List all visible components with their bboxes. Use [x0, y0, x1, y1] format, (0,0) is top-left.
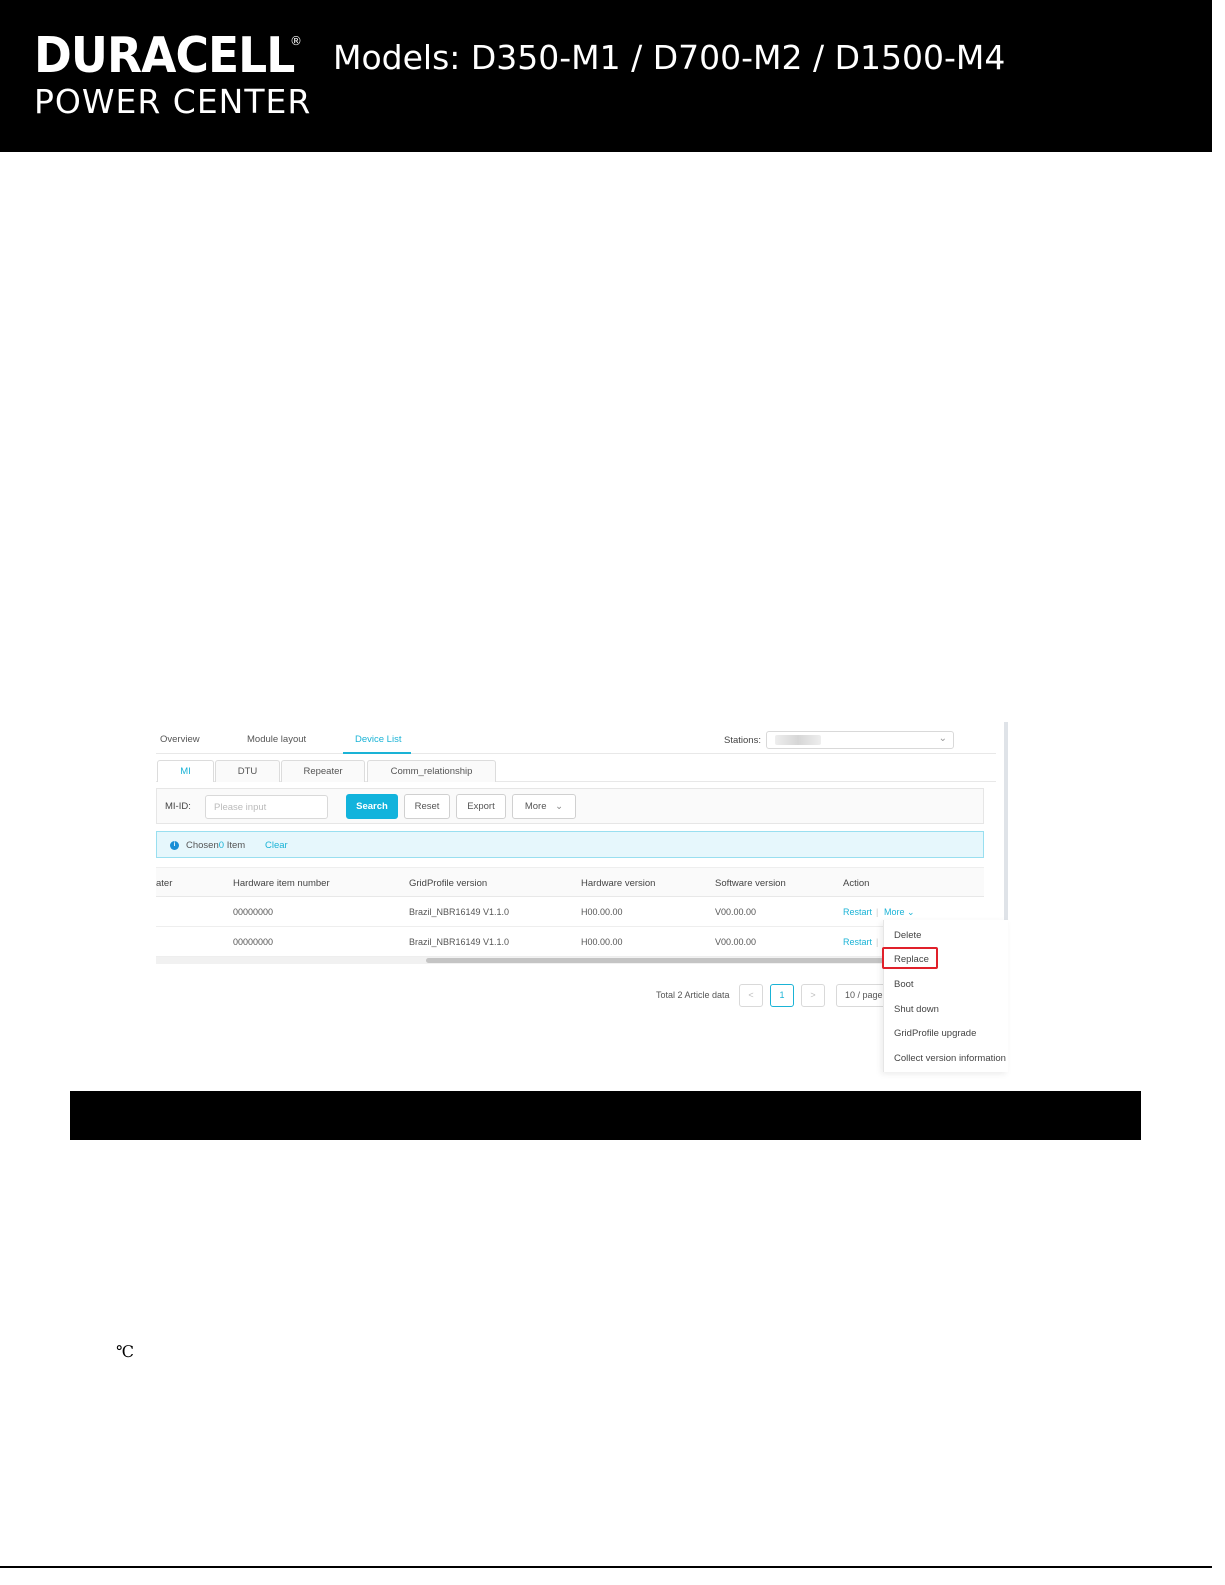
- tab-module-layout[interactable]: Module layout: [247, 734, 306, 745]
- hw-item-cell: 00000000: [233, 937, 274, 947]
- hw-version-cell: H00.00.00: [581, 907, 623, 917]
- col-hw-item-header: Hardware item number: [233, 878, 330, 889]
- mi-id-input[interactable]: [205, 795, 328, 819]
- filter-bar: MI-ID: Search Reset Export More ⌄: [156, 788, 984, 824]
- chosen-suffix: Item: [226, 840, 246, 851]
- col-sw-version-header: Software version: [715, 878, 786, 889]
- chosen-items-text: Chosen0 Item: [186, 840, 245, 851]
- col-action-header: Action: [843, 878, 870, 889]
- hw-item-cell: 00000000: [233, 907, 274, 917]
- clear-selection-link[interactable]: Clear: [265, 840, 288, 851]
- vertical-scrollbar[interactable]: [1004, 722, 1008, 920]
- stations-select[interactable]: ⌄: [766, 731, 954, 749]
- hw-version-cell: H00.00.00: [581, 937, 623, 947]
- export-button[interactable]: Export: [456, 794, 506, 819]
- more-actions-label: More: [884, 907, 905, 917]
- sw-version-cell: V00.00.00: [715, 937, 757, 947]
- registered-mark: ®: [290, 34, 302, 48]
- degree-celsius-symbol: ℃: [116, 1342, 134, 1361]
- chosen-prefix: Chosen: [186, 840, 219, 851]
- restart-link[interactable]: Restart: [843, 907, 872, 917]
- gridprofile-cell: Brazil_NBR16149 V1.1.0: [409, 907, 510, 917]
- menu-item-boot[interactable]: Boot: [894, 979, 914, 990]
- tab-overview[interactable]: Overview: [160, 734, 200, 745]
- menu-item-collect-version[interactable]: Collect version information: [894, 1053, 1006, 1064]
- restart-link[interactable]: Restart: [843, 937, 872, 947]
- more-actions-link[interactable]: More ⌄: [884, 907, 915, 918]
- info-icon: i: [170, 841, 179, 850]
- table-row: 00000000 Brazil_NBR16149 V1.1.0 H00.00.0…: [156, 897, 984, 927]
- horizontal-scrollbar[interactable]: [156, 957, 886, 964]
- tab-mi[interactable]: MI: [157, 760, 214, 782]
- brand-name: DURACELL: [34, 27, 295, 84]
- more-actions-menu: Delete Replace Boot Shut down GridProfil…: [882, 920, 1008, 1072]
- tab-comm-relationship[interactable]: Comm_relationship: [367, 760, 496, 782]
- tab-repeater[interactable]: Repeater: [281, 760, 365, 782]
- chevron-down-icon: ⌄: [938, 733, 947, 744]
- models-title: Models: D350-M1 / D700-M2 / D1500-M4: [333, 38, 1006, 77]
- menu-item-replace[interactable]: Replace: [894, 954, 929, 965]
- chevron-down-icon: ⌄: [555, 801, 564, 812]
- tab-dtu[interactable]: DTU: [215, 760, 280, 782]
- pagination-total: Total 2 Article data: [656, 990, 730, 1000]
- col-gridprofile-header: GridProfile version: [409, 878, 488, 889]
- gridprofile-cell: Brazil_NBR16149 V1.1.0: [409, 937, 510, 947]
- stations-label: Stations:: [724, 735, 761, 746]
- scrollbar-thumb[interactable]: [426, 958, 886, 963]
- device-list-screenshot: Overview Module layout Device List Stati…: [156, 722, 1008, 1072]
- search-button[interactable]: Search: [346, 794, 398, 819]
- menu-item-delete[interactable]: Delete: [894, 930, 921, 941]
- sw-version-cell: V00.00.00: [715, 907, 757, 917]
- device-type-tabs: MI DTU Repeater Comm_relationship: [156, 760, 996, 782]
- mi-id-label: MI-ID:: [165, 801, 191, 812]
- header-banner: DURACELL ® POWER CENTER Models: D350-M1 …: [0, 0, 1212, 152]
- prev-page-button[interactable]: <: [739, 984, 763, 1007]
- active-tab-indicator: [343, 752, 411, 754]
- more-filter-button[interactable]: More ⌄: [512, 794, 576, 819]
- page-1-button[interactable]: 1: [770, 984, 794, 1007]
- top-tab-bar: Overview Module layout Device List Stati…: [156, 722, 996, 754]
- section-header-bar: [70, 1091, 1141, 1140]
- brand-subtitle: POWER CENTER: [34, 82, 312, 121]
- device-table: ater Hardware item number GridProfile ve…: [156, 867, 984, 957]
- selection-notice: i Chosen0 Item Clear: [156, 831, 984, 858]
- station-name-blurred: [775, 735, 821, 745]
- menu-item-gridprofile-upgrade[interactable]: GridProfile upgrade: [894, 1028, 976, 1039]
- next-page-button[interactable]: >: [801, 984, 825, 1007]
- col-repeater-header: ater: [156, 878, 173, 889]
- action-separator: |: [876, 907, 879, 917]
- footer-rule: [0, 1566, 1212, 1568]
- tab-device-list[interactable]: Device List: [355, 734, 401, 745]
- action-separator: |: [876, 937, 879, 947]
- chevron-down-icon: ⌄: [907, 907, 915, 917]
- menu-item-shut-down[interactable]: Shut down: [894, 1004, 939, 1015]
- chosen-count: 0: [218, 840, 225, 851]
- duracell-logo: DURACELL ® POWER CENTER: [34, 30, 314, 120]
- more-filter-label: More: [524, 801, 547, 812]
- table-header: ater Hardware item number GridProfile ve…: [156, 867, 984, 897]
- col-hw-version-header: Hardware version: [581, 878, 656, 889]
- reset-button[interactable]: Reset: [404, 794, 450, 819]
- table-row: 00000000 Brazil_NBR16149 V1.1.0 H00.00.0…: [156, 927, 984, 957]
